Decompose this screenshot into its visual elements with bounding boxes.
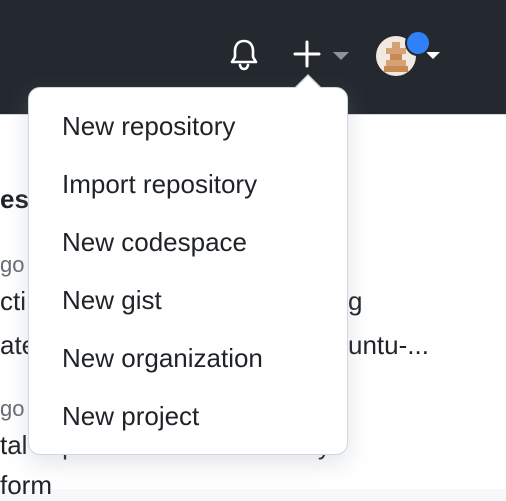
feed-item-subtitle-tail[interactable]: untu-... [348, 330, 429, 361]
feed-heading: es [0, 184, 29, 214]
dropdown-caret [296, 76, 320, 88]
bell-icon [230, 39, 258, 71]
feed-timestamp: go [0, 396, 25, 421]
menu-item-import-repository[interactable]: Import repository [62, 164, 257, 204]
feed-item-title[interactable]: cti [0, 286, 26, 317]
notification-indicator [405, 30, 431, 56]
menu-item-new-repository[interactable]: New repository [62, 106, 235, 146]
notifications-button[interactable] [226, 36, 262, 72]
feed-timestamp: go [0, 252, 25, 277]
menu-item-new-gist[interactable]: New gist [62, 280, 162, 320]
menu-item-new-codespace[interactable]: New codespace [62, 222, 247, 262]
caret-down-icon [333, 52, 349, 60]
feed-item-subtitle[interactable]: form [0, 470, 52, 501]
feed-item-title-tail[interactable]: g [348, 286, 362, 317]
create-new-button[interactable] [292, 36, 352, 72]
plus-icon [293, 40, 321, 68]
menu-item-new-organization[interactable]: New organization [62, 338, 263, 378]
create-menu-dropdown: New repository Import repository New cod… [28, 87, 348, 455]
menu-item-new-project[interactable]: New project [62, 396, 199, 436]
